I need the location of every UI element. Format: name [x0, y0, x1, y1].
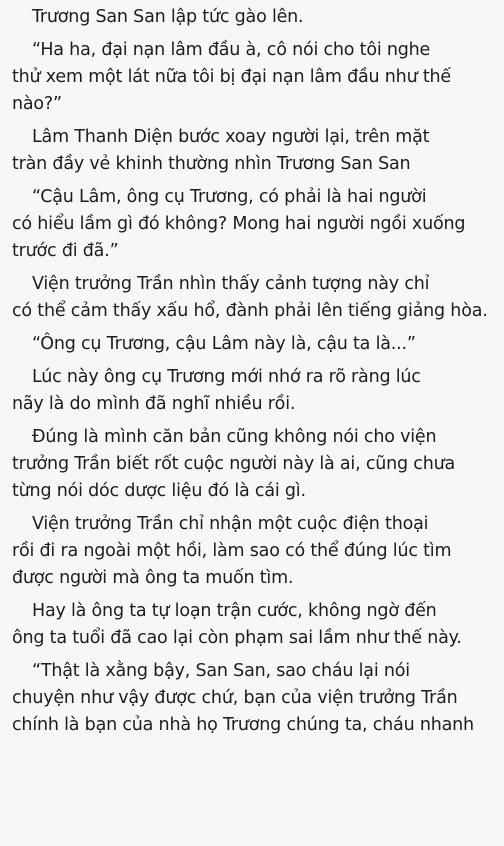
text-line: rồi đi ra ngoài một hồi, làm sao có thể … — [12, 541, 452, 561]
story-paragraph: “Ha ha, đại nạn lâm đầu à, cô nói cho tô… — [12, 37, 492, 118]
story-paragraph: “Thật là xằng bậy, San San, sao cháu lại… — [12, 658, 492, 739]
story-paragraph: Đúng là mình căn bản cũng không nói cho … — [12, 424, 492, 505]
text-line: thử xem một lát nữa tôi bị đại nạn lâm đ… — [12, 67, 451, 87]
text-line: tràn đầy vẻ khinh thường nhìn Trương San… — [12, 154, 411, 174]
story-text: Trương San San lập tức gào lên. “Ha ha, đ… — [12, 4, 492, 739]
text-line: từng nói dóc dược liệu đó là cái gì. — [12, 481, 306, 501]
text-line: Hay là ông ta tự loạn trận cước, không n… — [32, 601, 437, 621]
text-line: nào?” — [12, 94, 62, 114]
text-line: ông ta tuổi đã cao lại còn phạm sai lầm … — [12, 628, 462, 648]
text-line: “Thật là xằng bậy, San San, sao cháu lại… — [32, 661, 410, 681]
story-paragraph: “Cậu Lâm, ông cụ Trương, có phải là hai … — [12, 184, 492, 265]
story-paragraph: “Ông cụ Trương, cậu Lâm này là, cậu ta l… — [12, 331, 492, 358]
story-paragraph: Trương San San lập tức gào lên. — [12, 4, 492, 31]
text-line: có thể cảm thấy xấu hổ, đành phải lên ti… — [12, 301, 488, 321]
text-line: Trương San San lập tức gào lên. — [32, 7, 304, 27]
text-line: chính là bạn của nhà họ Trương chúng ta,… — [12, 715, 474, 735]
reading-page: Trương San San lập tức gào lên. “Ha ha, đ… — [0, 0, 504, 846]
story-paragraph: Hay là ông ta tự loạn trận cước, không n… — [12, 598, 492, 652]
text-line: Lâm Thanh Diện bước xoay người lại, trên… — [32, 127, 430, 147]
text-line: “Cậu Lâm, ông cụ Trương, có phải là hai … — [32, 187, 427, 207]
text-line: “Ông cụ Trương, cậu Lâm này là, cậu ta l… — [32, 334, 416, 354]
text-line: được người mà ông ta muốn tìm. — [12, 568, 294, 588]
story-paragraph: Viện trưởng Trần nhìn thấy cảnh tượng nà… — [12, 271, 492, 325]
text-line: “Ha ha, đại nạn lâm đầu à, cô nói cho tô… — [32, 40, 431, 60]
text-line: trưởng Trần biết rốt cuộc người này là a… — [12, 454, 456, 474]
story-paragraph: Lúc này ông cụ Trương mới nhớ ra rõ ràng… — [12, 364, 492, 418]
text-line: chuyện như vậy được chứ, bạn của viện tr… — [12, 688, 458, 708]
text-line: có hiểu lầm gì đó không? Mong hai người … — [12, 214, 466, 234]
text-line: trước đi đã.” — [12, 241, 119, 261]
text-line: Viện trưởng Trần nhìn thấy cảnh tượng nà… — [32, 274, 430, 294]
text-line: nãy là do mình đã nghĩ nhiều rồi. — [12, 394, 296, 414]
story-paragraph: Viện trưởng Trần chỉ nhận một cuộc điện … — [12, 511, 492, 592]
text-line: Đúng là mình căn bản cũng không nói cho … — [32, 427, 437, 447]
text-line: Viện trưởng Trần chỉ nhận một cuộc điện … — [32, 514, 429, 534]
text-line: Lúc này ông cụ Trương mới nhớ ra rõ ràng… — [32, 367, 421, 387]
story-paragraph: Lâm Thanh Diện bước xoay người lại, trên… — [12, 124, 492, 178]
